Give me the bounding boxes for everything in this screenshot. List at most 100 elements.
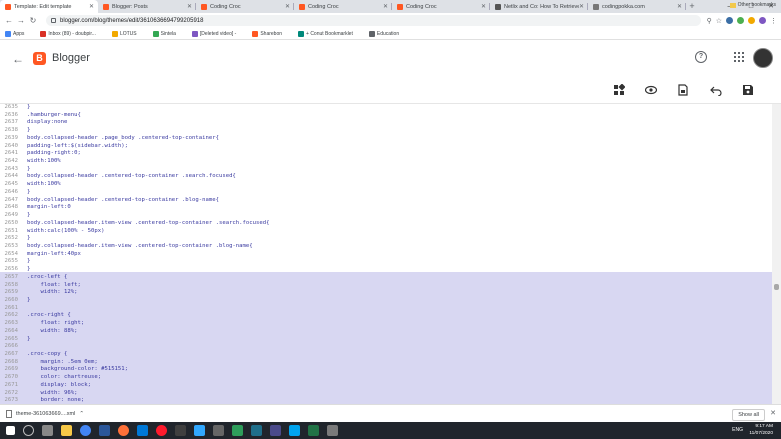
help-icon[interactable]: ? <box>695 51 707 63</box>
language-indicator[interactable]: ENG <box>732 427 743 433</box>
app-icon[interactable] <box>327 425 338 436</box>
preview-eye-icon[interactable] <box>644 84 658 96</box>
code-line[interactable]: body.collapsed-header.item-view .centere… <box>27 220 767 228</box>
app-icon[interactable] <box>289 425 300 436</box>
browser-tab[interactable]: Coding Croc ✕ <box>196 0 294 13</box>
url-input[interactable]: blogger.com/blog/themes/edit/36106366947… <box>46 15 701 26</box>
code-line[interactable]: margin-left:0 <box>27 204 767 212</box>
bookmark-item[interactable]: + Conut Bookmarklet <box>298 30 353 37</box>
chrome-icon[interactable] <box>80 425 91 436</box>
extension-icon[interactable] <box>748 17 755 24</box>
bookmark-item[interactable]: [Deleted video] - <box>191 30 236 37</box>
code-line[interactable]: width:100% <box>27 158 767 166</box>
code-line[interactable]: .croc-copy { <box>27 351 767 359</box>
code-line[interactable]: background-color: #515151; <box>27 366 767 374</box>
apps-grid-icon[interactable] <box>734 52 744 62</box>
tab-close-icon[interactable]: ✕ <box>285 3 290 10</box>
code-line[interactable]: padding-right:0; <box>27 150 767 158</box>
browser-tab[interactable]: Netlix and Co: How To Retrieve ... ✕ <box>490 0 588 13</box>
code-editor[interactable]: 2635 2636 2637 2638 2639 2640 2641 2642 2643 2644… <box>0 104 772 404</box>
code-line[interactable]: .croc-left { <box>27 274 767 282</box>
edge-icon[interactable] <box>137 425 148 436</box>
code-line[interactable]: body.collapsed-header.item-view .centere… <box>27 243 767 251</box>
tab-close-icon[interactable]: ✕ <box>579 3 584 10</box>
code-line[interactable]: } <box>27 104 767 112</box>
vertical-scrollbar[interactable] <box>772 104 781 404</box>
code-line[interactable]: .hamburger-menu{ <box>27 112 767 120</box>
code-line[interactable]: width: 88%; <box>27 328 767 336</box>
show-all-button[interactable]: Show all <box>732 409 765 421</box>
code-line[interactable]: } <box>27 166 767 174</box>
tab-close-icon[interactable]: ✕ <box>187 3 192 10</box>
code-line[interactable]: width:calc(100% - 50px) <box>27 228 767 236</box>
app-icon[interactable] <box>251 425 262 436</box>
browser-tab[interactable]: Blogger: Posts ✕ <box>98 0 196 13</box>
browser-tab[interactable]: Template: Edit template ✕ <box>0 0 98 13</box>
tab-close-icon[interactable]: ✕ <box>383 3 388 10</box>
blogger-logo[interactable]: B <box>33 52 46 65</box>
code-line[interactable]: color: chartreuse; <box>27 374 767 382</box>
firefox-icon[interactable] <box>118 425 129 436</box>
reload-icon[interactable]: ↻ <box>28 16 38 25</box>
windows-start-icon[interactable] <box>6 426 15 435</box>
code-area[interactable]: } .hamburger-menu{display:none} body.colla… <box>27 104 767 404</box>
code-line[interactable]: } <box>27 189 767 197</box>
code-line[interactable]: float: left; <box>27 282 767 290</box>
back-icon[interactable]: ← <box>4 16 14 25</box>
widgets-icon[interactable] <box>613 83 626 96</box>
code-line[interactable]: } <box>27 258 767 266</box>
download-item[interactable]: theme-361063669....xml ⌃ <box>6 409 84 418</box>
code-line[interactable]: width:100% <box>27 181 767 189</box>
browser-tab[interactable]: codingpokka.com ✕ <box>588 0 686 13</box>
save-icon[interactable] <box>742 84 754 96</box>
photoshop-icon[interactable] <box>194 425 205 436</box>
bookmark-item[interactable]: Education <box>368 30 399 37</box>
code-line[interactable]: body.collapsed-header .centered-top-cont… <box>27 197 767 205</box>
search-icon[interactable]: ⚲ <box>707 17 712 25</box>
bookmark-item[interactable]: LOTUS <box>111 30 137 37</box>
code-line[interactable] <box>27 305 767 313</box>
back-arrow-icon[interactable]: ← <box>12 52 24 66</box>
bookmark-item[interactable]: Sharebon <box>252 30 282 37</box>
tab-close-icon[interactable]: ✕ <box>677 3 682 10</box>
code-line[interactable]: margin-left:40px <box>27 251 767 259</box>
code-line[interactable]: width: 12%; <box>27 289 767 297</box>
opera-icon[interactable] <box>156 425 167 436</box>
profile-icon[interactable] <box>759 17 766 24</box>
code-line[interactable]: } <box>27 266 767 274</box>
file-explorer-icon[interactable] <box>61 425 72 436</box>
code-line[interactable]: } <box>27 336 767 344</box>
clock[interactable]: 9:17 AM 11/07/2020 <box>749 423 773 437</box>
tab-close-icon[interactable]: ✕ <box>481 3 486 10</box>
code-line[interactable]: } <box>27 235 767 243</box>
code-line[interactable]: display: block; <box>27 382 767 390</box>
extension-icon[interactable] <box>726 17 733 24</box>
avatar[interactable] <box>753 48 773 68</box>
code-line[interactable]: padding-left:$(sidebar.width); <box>27 143 767 151</box>
code-line[interactable]: display:none <box>27 119 767 127</box>
bookmark-item[interactable]: Sintela <box>152 30 176 37</box>
close-icon[interactable]: ✕ <box>770 409 776 417</box>
browser-tab[interactable]: Coding Croc ✕ <box>392 0 490 13</box>
star-icon[interactable]: ☆ <box>716 17 722 25</box>
excel-icon[interactable] <box>308 425 319 436</box>
code-line[interactable]: float: right; <box>27 320 767 328</box>
new-tab-button[interactable]: + <box>686 0 698 13</box>
chevron-up-icon[interactable]: ⌃ <box>79 411 84 417</box>
other-bookmarks[interactable]: Other bookmarks <box>729 2 776 8</box>
code-line[interactable]: } <box>27 297 767 305</box>
app-icon[interactable] <box>175 425 186 436</box>
app-icon[interactable] <box>270 425 281 436</box>
search-icon[interactable] <box>23 425 34 436</box>
code-line[interactable]: } <box>27 212 767 220</box>
menu-kebab-icon[interactable]: ⋮ <box>770 17 777 25</box>
bookmark-item[interactable]: Inbox (89) - doubpir... <box>40 30 96 37</box>
code-line[interactable]: body.collapsed-header .page_body .center… <box>27 135 767 143</box>
app-icon[interactable] <box>99 425 110 436</box>
code-line[interactable]: margin: .5em 0em; <box>27 359 767 367</box>
code-line[interactable]: .croc-right { <box>27 312 767 320</box>
app-icon[interactable] <box>232 425 243 436</box>
app-icon[interactable] <box>213 425 224 436</box>
bookmark-item[interactable]: Apps <box>5 30 24 37</box>
code-line[interactable]: border: none; <box>27 397 767 404</box>
